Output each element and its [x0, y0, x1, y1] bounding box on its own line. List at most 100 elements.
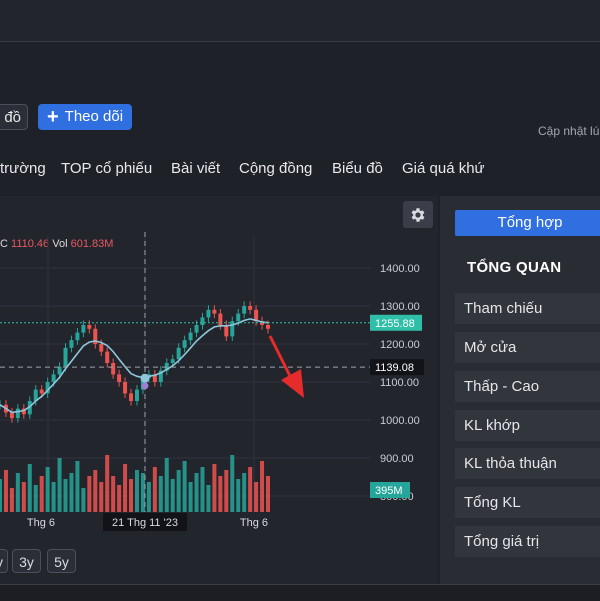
- candle-body: [9, 412, 14, 419]
- volume-bar: [87, 476, 92, 512]
- candle-body: [218, 313, 223, 325]
- candle-body: [134, 389, 139, 401]
- volume-bar: [33, 485, 38, 512]
- candle-body: [87, 325, 92, 329]
- nav-tabs: trường TOP cổ phiếu Bài viết Cộng đồng B…: [0, 156, 600, 182]
- info-row-total-value: Tổng giá trị: [455, 526, 600, 557]
- candle-body: [123, 382, 128, 394]
- annotation-arrow-head: [281, 369, 304, 398]
- candle-body: [105, 351, 110, 363]
- volume-label: 395M: [375, 485, 403, 497]
- nav-tab-community[interactable]: Cộng đồng: [239, 160, 312, 177]
- y-tick-label: 1200.00: [380, 339, 420, 351]
- candle-body: [200, 317, 205, 325]
- candle-body: [57, 366, 62, 375]
- nav-tab-top-stocks[interactable]: TOP cổ phiếu: [61, 160, 152, 177]
- candle-body: [129, 393, 134, 401]
- candle-body: [188, 332, 193, 341]
- candle-body: [170, 359, 175, 363]
- candle-body: [15, 408, 20, 419]
- nav-tab-articles[interactable]: Bài viết: [171, 160, 220, 177]
- volume-bar: [51, 482, 56, 512]
- candle-body: [236, 313, 241, 322]
- nav-tab-history[interactable]: Giá quá khứ: [402, 160, 485, 177]
- y-tick-label: 1000.00: [380, 415, 420, 427]
- y-tick-label: 1300.00: [380, 301, 420, 313]
- volume-bar: [99, 482, 104, 512]
- plus-icon: +: [46, 106, 59, 128]
- info-row-label: Tổng giá trị: [464, 533, 540, 550]
- crosshair-dot: [140, 373, 150, 383]
- info-row-low-high: Thấp - Cao: [455, 371, 600, 402]
- x-tick-label: Thg 6: [27, 517, 55, 529]
- update-time-text: Cập nhật lú: [538, 124, 600, 138]
- volume-bar: [93, 470, 98, 512]
- nav-tab-chart[interactable]: Biểu đồ: [332, 160, 383, 177]
- follow-button[interactable]: + Theo dõi: [38, 104, 132, 130]
- y-tick-label: 1400.00: [380, 263, 420, 275]
- y-tick-label: 1100.00: [380, 377, 419, 389]
- candle-body: [206, 309, 211, 318]
- candle-body: [266, 325, 270, 329]
- crosshair-dot-secondary: [141, 382, 149, 390]
- volume-bar: [200, 467, 205, 512]
- info-row-reference: Tham chiếu: [455, 293, 600, 324]
- y-tick-label: 900.00: [380, 453, 414, 465]
- volume-bar: [260, 461, 265, 512]
- volume-bar: [134, 470, 139, 512]
- range-button-3y[interactable]: 3y: [12, 549, 41, 573]
- candle-body: [224, 325, 229, 337]
- nav-tab-market[interactable]: trường: [0, 160, 46, 177]
- top-bar: [0, 0, 600, 42]
- volume-bar: [117, 485, 122, 512]
- volume-bar: [146, 482, 151, 512]
- volume-bar: [176, 470, 181, 512]
- candle-body: [117, 374, 122, 382]
- volume-bar: [69, 473, 74, 512]
- volume-bar: [254, 482, 259, 512]
- volume-bar: [75, 461, 80, 512]
- candle-body: [182, 340, 187, 348]
- volume-bar: [230, 455, 235, 512]
- current-price-label: 1255.88: [375, 318, 415, 330]
- volume-bar: [105, 455, 110, 512]
- info-row-open: Mở cửa: [455, 332, 600, 363]
- volume-bar: [3, 470, 8, 512]
- candle-body: [99, 344, 104, 352]
- volume-bar: [9, 488, 14, 512]
- candle-body: [39, 389, 44, 394]
- chart-map-button-label: đồ: [4, 109, 21, 126]
- info-row-negotiated-volume: KL thỏa thuận: [455, 448, 600, 479]
- volume-bar: [123, 464, 128, 512]
- volume-bar: [212, 464, 217, 512]
- volume-bar: [63, 479, 68, 512]
- candle-body: [81, 325, 86, 333]
- volume-bar: [224, 470, 229, 512]
- candle-body: [111, 363, 116, 375]
- candle-body: [230, 321, 235, 337]
- chart-map-button[interactable]: đồ: [0, 104, 28, 130]
- info-row-label: Mở cửa: [464, 339, 517, 356]
- info-row-label: Tổng KL: [464, 494, 521, 511]
- volume-bar: [266, 476, 270, 512]
- volume-bar: [21, 482, 26, 512]
- range-button-5y[interactable]: 5y: [47, 549, 76, 573]
- tab-summary[interactable]: Tổng hợp: [455, 210, 600, 236]
- volume-bar: [15, 473, 20, 512]
- candle-body: [212, 309, 217, 314]
- volume-bar: [45, 467, 50, 512]
- info-row-label: KL khớp: [464, 417, 520, 434]
- volume-bar: [194, 473, 199, 512]
- info-row-label: Tham chiếu: [464, 300, 543, 317]
- price-chart[interactable]: 1400.00 1300.00 1200.00 1100.00 1000.00 900.0…: [0, 196, 438, 536]
- volume-bar: [182, 461, 187, 512]
- volume-bar: [140, 473, 145, 512]
- range-button-y[interactable]: y: [0, 549, 8, 573]
- volume-bar: [206, 485, 211, 512]
- info-row-total-volume: Tổng KL: [455, 487, 600, 518]
- volume-bar: [152, 467, 157, 512]
- volume-bar: [158, 476, 163, 512]
- volume-bar: [188, 482, 193, 512]
- bottom-bar: [0, 584, 600, 601]
- candle-body: [194, 325, 199, 333]
